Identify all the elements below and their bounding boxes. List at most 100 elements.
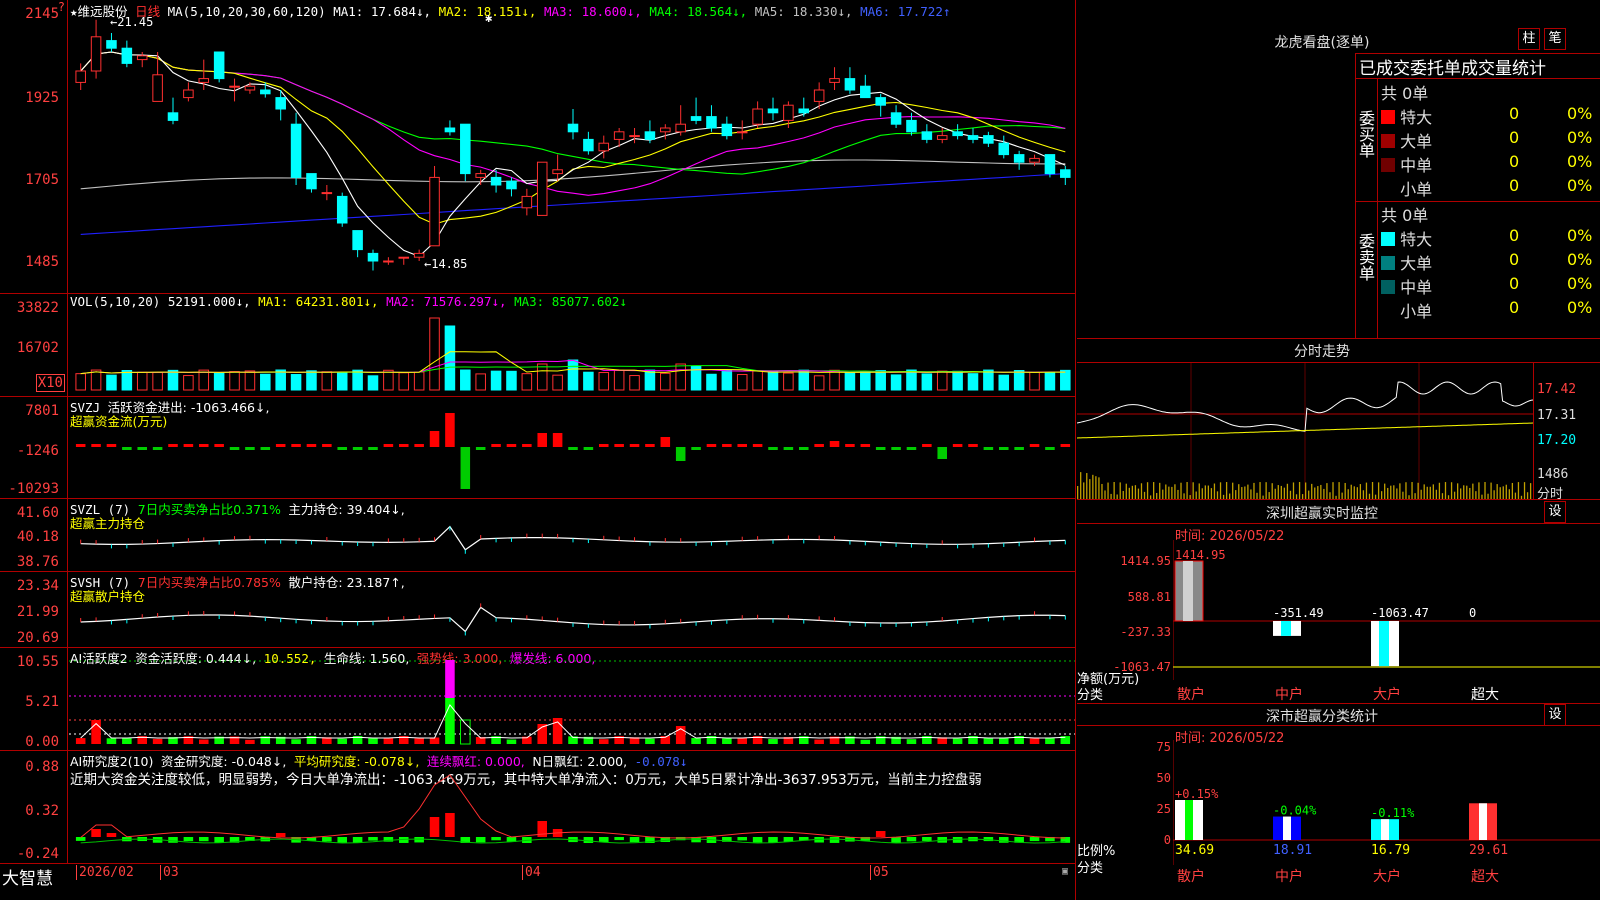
- activity-bar: [383, 738, 394, 744]
- volume-bar: [244, 370, 256, 391]
- candle-body: [629, 135, 640, 138]
- sz-class-chart[interactable]: +0.15% 34.69 -0.04% 18.91 -0.11% 16.79 29.61: [1173, 740, 1600, 865]
- lock-icon[interactable]: ▣: [1062, 866, 1068, 877]
- intraday-vol-bar: [1083, 482, 1085, 499]
- volume-bar: [460, 369, 471, 391]
- intraday-vol-bar: [1198, 483, 1200, 499]
- sz-class-settings-button[interactable]: 设: [1544, 704, 1566, 726]
- volume-bar: [660, 372, 671, 391]
- intraday-vol-bar: [1089, 479, 1091, 499]
- intraday-vol-bar: [1475, 491, 1477, 499]
- tick-view-button[interactable]: 笔: [1544, 28, 1566, 50]
- research-bar: [199, 837, 209, 842]
- activity-bar: [506, 739, 517, 744]
- intraday-vol-bar: [1347, 489, 1349, 499]
- sz-monitor-chart[interactable]: 1414.95 -351.49 -1063.47 0: [1173, 540, 1600, 680]
- intraday-vol-bar: [1338, 482, 1340, 499]
- intraday-vol-bar: [1131, 485, 1134, 499]
- app-logo[interactable]: 大智慧: [2, 864, 53, 889]
- candle-body: [1013, 154, 1025, 163]
- volume-bar: [429, 317, 440, 391]
- candle-body: [521, 195, 533, 209]
- flow-bar: [983, 447, 994, 450]
- intraday-vol-bar: [1253, 482, 1255, 499]
- right-sidebar: 龙虎看盘(逐单) 柱 笔 已成交委托单成交量统计 委买单 共 0单 特大 大单 …: [1077, 0, 1600, 900]
- volume-chart[interactable]: [69, 294, 1075, 396]
- intraday-vol-bar: [1359, 484, 1362, 499]
- candle-body: [336, 195, 348, 224]
- flow-bar: [137, 447, 147, 450]
- sell-row-0-label: 特大: [1400, 230, 1433, 249]
- intraday-vol-bar: [1219, 482, 1222, 499]
- candle-body: [490, 176, 502, 186]
- szm-cat-3: 超大: [1471, 687, 1499, 703]
- candle-body: [321, 192, 333, 195]
- szc-tick-1: 50: [1156, 771, 1171, 785]
- volume-bar: [136, 371, 148, 391]
- intraday-vol-bar: [1241, 487, 1243, 499]
- buy-swatch-0: [1381, 110, 1395, 124]
- candle-body: [598, 142, 610, 152]
- sell-swatch-1: [1381, 256, 1395, 270]
- research-chart[interactable]: [69, 751, 1075, 863]
- ai2-tick-1: 0.32: [25, 803, 59, 819]
- flow-bar: [752, 444, 763, 447]
- vol-multiplier: X10: [35, 374, 65, 392]
- buy-row-1-pct: 0%: [1567, 128, 1593, 147]
- fund-flow-chart[interactable]: [69, 397, 1075, 498]
- intraday-vol-bar: [1232, 482, 1234, 499]
- buy-swatch-1: [1381, 134, 1395, 148]
- flow-bar: [383, 444, 394, 447]
- month-label-feb: 2026/02: [76, 865, 134, 880]
- candle-body: [152, 74, 163, 102]
- candle-body: [552, 169, 563, 175]
- research-bar: [752, 837, 763, 843]
- szc-cat-3: 超大: [1471, 869, 1499, 885]
- activity-bar: [414, 738, 424, 744]
- intraday-vol-bar: [1122, 490, 1124, 499]
- candle-body: [198, 78, 210, 83]
- volume-bar: [613, 369, 625, 391]
- research-bar: [168, 837, 178, 843]
- sell-row-2-value: 0: [1509, 274, 1520, 293]
- volume-bar: [783, 372, 794, 391]
- research-bar: [91, 829, 101, 837]
- sz-class-title: 深市超赢分类统计: [1266, 709, 1378, 725]
- svzj-axis: 7801 -1246 -10293: [0, 397, 68, 498]
- research-bar: [352, 837, 363, 843]
- flow-bar: [537, 433, 547, 447]
- low-annotation: ←14.85: [424, 257, 468, 271]
- bar-view-button[interactable]: 柱: [1518, 28, 1540, 50]
- svzj-tick-0: 7801: [25, 403, 59, 419]
- candle-body: [936, 135, 948, 140]
- buy-row-1-label: 大单: [1400, 132, 1433, 151]
- candlestick-chart[interactable]: ✱: [69, 0, 1075, 293]
- main-chart-area[interactable]: ? 2145 1925 1705 1485 ★维远股份 日线 MA(5,10,2…: [0, 0, 1076, 900]
- intraday-vol-bar: [1381, 491, 1383, 499]
- candle-body: [706, 116, 717, 129]
- flow-bar: [306, 444, 317, 447]
- activity-chart[interactable]: [69, 648, 1075, 750]
- intraday-vol-bar: [1420, 489, 1422, 499]
- volume-bar: [336, 372, 348, 391]
- sz-monitor-settings-button[interactable]: 设: [1544, 501, 1566, 523]
- candle-body: [506, 180, 517, 190]
- activity-bar: [122, 737, 132, 744]
- candle-body: [660, 127, 671, 133]
- flow-bar: [491, 444, 501, 447]
- volume-bar: [598, 372, 610, 391]
- intraday-vol-bar: [1393, 485, 1395, 499]
- candle-body: [367, 252, 379, 262]
- ma6-line: [80, 173, 1066, 235]
- flow-bar: [922, 444, 932, 447]
- candle-body: [906, 119, 917, 133]
- retail-holding-chart[interactable]: [69, 572, 1075, 647]
- flow-bar: [445, 413, 455, 447]
- volume-bar: [583, 371, 594, 391]
- main-holding-chart[interactable]: [69, 499, 1075, 571]
- intraday-vol-bar: [1472, 483, 1474, 499]
- volume-bar: [890, 374, 902, 391]
- intraday-chart[interactable]: [1077, 363, 1533, 499]
- intraday-vol-bar: [1463, 485, 1465, 499]
- volume-bar: [629, 375, 640, 391]
